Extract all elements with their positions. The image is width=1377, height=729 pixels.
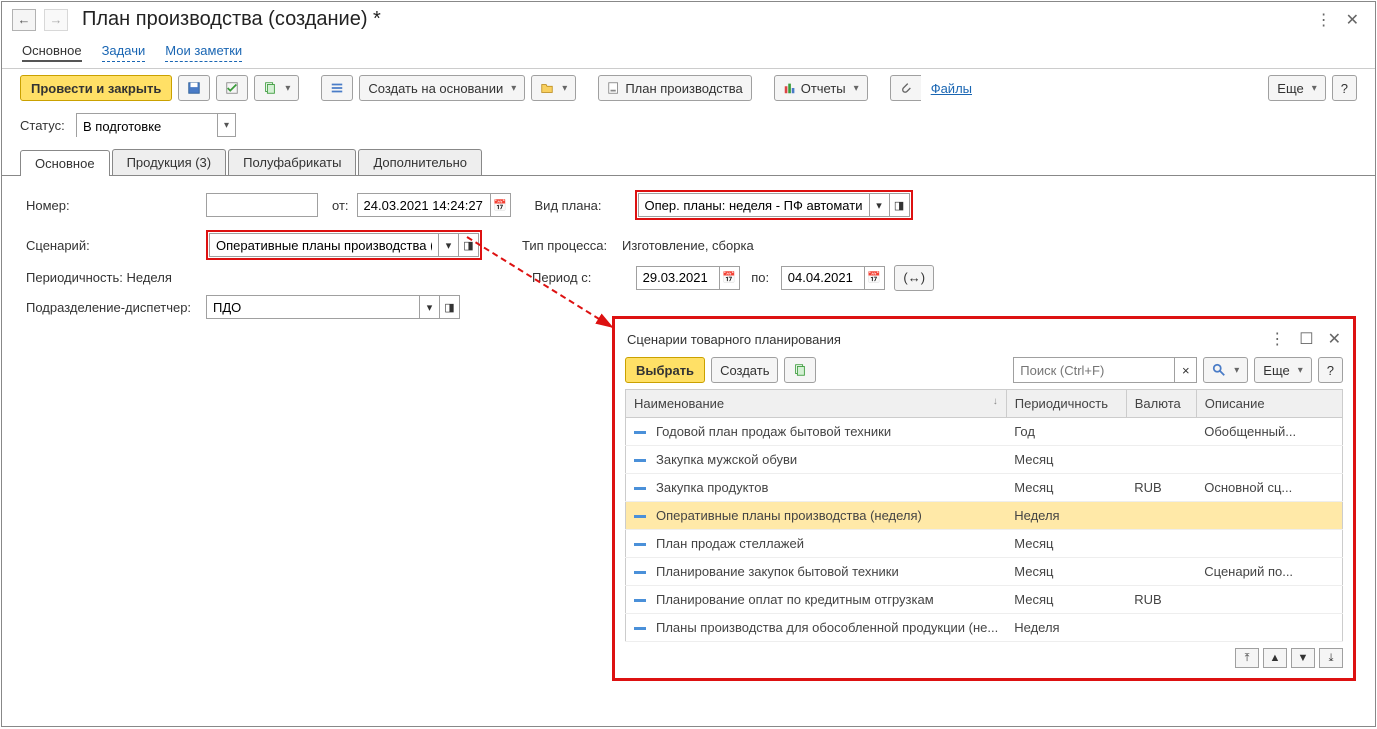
period-label: Период с: [532,270,632,285]
choose-button[interactable]: Выбрать [625,357,705,383]
grid-nav: ⤒ ▲ ▼ ⤓ [625,648,1343,668]
plan-type-field[interactable]: ▾ ◨ [638,193,910,217]
row-icon [634,627,646,630]
number-field[interactable] [206,193,318,217]
chevron-down-icon[interactable]: ▾ [869,194,889,216]
chevron-down-icon[interactable]: ▾ [419,296,439,318]
table-row[interactable]: План продаж стеллажейМесяц [626,530,1343,558]
table-row[interactable]: Годовой план продаж бытовой техникиГодОб… [626,418,1343,446]
popup-maximize-icon[interactable]: ☐ [1299,329,1313,349]
save-button[interactable] [178,75,210,101]
col-period[interactable]: Периодичность [1006,390,1126,418]
calendar-icon[interactable]: 📅 [490,194,510,216]
col-currency[interactable]: Валюта [1126,390,1196,418]
period-to-label: по: [751,270,769,285]
number-label: Номер: [26,198,206,213]
col-desc[interactable]: Описание [1196,390,1342,418]
reports-button[interactable]: Отчеты [774,75,868,101]
status-select[interactable]: ▾ [76,113,236,137]
chevron-down-icon[interactable]: ▾ [438,234,458,256]
link-notes[interactable]: Мои заметки [165,43,242,62]
nav-back-button[interactable]: ← [12,9,36,31]
files-link[interactable]: Файлы [931,81,972,96]
help-button[interactable]: ? [1332,75,1357,101]
table-row[interactable]: Планы производства для обособленной прод… [626,614,1343,642]
popup-menu-icon[interactable]: ⋮ [1269,329,1285,349]
link-bar: Основное Задачи Мои заметки [2,37,1375,69]
post-and-close-button[interactable]: Провести и закрыть [20,75,172,101]
process-value: Изготовление, сборка [622,238,754,253]
process-label: Тип процесса: [522,238,622,253]
titlebar: ← → План производства (создание) * ⋮ ✕ [2,2,1375,37]
popup-close-icon[interactable]: ✕ [1328,329,1341,349]
scenarios-popup: Сценарии товарного планирования ⋮ ☐ ✕ Вы… [612,316,1356,681]
scenarios-table[interactable]: Наименование↓ Периодичность Валюта Описа… [625,389,1343,642]
menu-icon[interactable]: ⋮ [1316,10,1332,30]
table-row[interactable]: Оперативные планы производства (неделя)Н… [626,502,1343,530]
plan-type-label: Вид плана: [535,198,635,213]
toolbar: Провести и закрыть Создать на основании … [2,69,1375,107]
refresh-period-button[interactable]: (↔) [894,265,934,291]
row-icon [634,487,646,490]
plan-production-button[interactable]: План производства [598,75,751,101]
search-input[interactable]: × [1013,357,1197,383]
open-icon[interactable]: ◨ [439,296,459,318]
nav-first-button[interactable]: ⤒ [1235,648,1259,668]
nav-down-button[interactable]: ▼ [1291,648,1315,668]
scenario-label: Сценарий: [26,238,206,253]
popup-more-button[interactable]: Еще [1254,357,1311,383]
nav-forward-button[interactable]: → [44,9,68,31]
tab-main[interactable]: Основное [20,150,110,176]
open-icon[interactable]: ◨ [458,234,478,256]
search-button[interactable] [1203,357,1248,383]
row-icon [634,459,646,462]
popup-help-button[interactable]: ? [1318,357,1343,383]
from-label: от: [332,198,349,213]
link-tasks[interactable]: Задачи [102,43,146,62]
tab-semi[interactable]: Полуфабрикаты [228,149,356,175]
col-name[interactable]: Наименование↓ [626,390,1007,418]
create-based-button[interactable]: Создать на основании [359,75,525,101]
period-to-field[interactable]: 📅 [781,266,885,290]
scenario-field[interactable]: ▾ ◨ [209,233,479,257]
clear-icon[interactable]: × [1174,358,1196,382]
period-from-field[interactable]: 📅 [636,266,740,290]
calendar-icon[interactable]: 📅 [864,267,884,289]
status-label: Статус: [20,118,68,133]
form-tabs: Основное Продукция (3) Полуфабрикаты Доп… [2,149,1375,176]
post-button[interactable] [216,75,248,101]
row-icon [634,515,646,518]
close-icon[interactable]: ✕ [1346,10,1359,30]
tab-extra[interactable]: Дополнительно [358,149,482,175]
list-button[interactable] [321,75,353,101]
periodicity-label: Периодичность: Неделя [26,270,172,285]
open-icon[interactable]: ◨ [889,194,909,216]
status-row: Статус: ▾ [2,107,1375,143]
nav-last-button[interactable]: ⤓ [1319,648,1343,668]
date-field[interactable]: 📅 [357,193,511,217]
tab-products[interactable]: Продукция (3) [112,149,227,175]
table-row[interactable]: Планирование закупок бытовой техникиМеся… [626,558,1343,586]
table-row[interactable]: Планирование оплат по кредитным отгрузка… [626,586,1343,614]
create-button[interactable]: Создать [711,357,778,383]
docs-button[interactable] [254,75,299,101]
nav-up-button[interactable]: ▲ [1263,648,1287,668]
chevron-down-icon[interactable]: ▾ [217,114,235,136]
copy-button[interactable] [784,357,816,383]
more-button[interactable]: Еще [1268,75,1325,101]
row-icon [634,599,646,602]
popup-title: Сценарии товарного планирования [627,332,841,347]
row-icon [634,543,646,546]
dept-field[interactable]: ▾ ◨ [206,295,460,319]
row-icon [634,571,646,574]
attach-button[interactable] [890,75,921,101]
dept-label: Подразделение-диспетчер: [26,300,206,315]
folder-button[interactable] [531,75,576,101]
window-title: План производства (создание) * [82,8,1308,31]
table-row[interactable]: Закупка продуктовМесяцRUBОсновной сц... [626,474,1343,502]
table-row[interactable]: Закупка мужской обувиМесяц [626,446,1343,474]
row-icon [634,431,646,434]
link-main[interactable]: Основное [22,43,82,62]
calendar-icon[interactable]: 📅 [719,267,739,289]
